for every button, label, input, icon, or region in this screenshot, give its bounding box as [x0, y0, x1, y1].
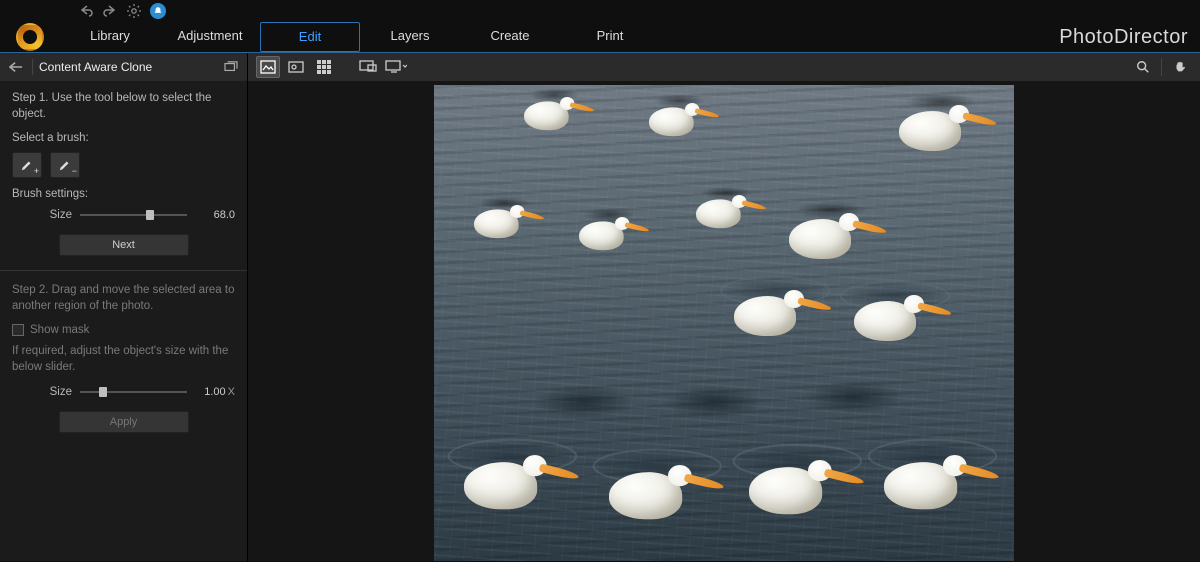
scale-value: 1.00X	[195, 386, 235, 398]
settings-icon[interactable]	[126, 3, 142, 19]
canvas-area	[248, 53, 1200, 561]
main-tabs: Library Adjustment Edit Layers Create Pr…	[60, 22, 660, 52]
view-compare-icon[interactable]	[284, 56, 308, 78]
tab-adjustment[interactable]: Adjustment	[160, 22, 260, 52]
brush-subtract[interactable]: −	[50, 152, 80, 178]
scale-label: Size	[12, 386, 72, 398]
panel-title: Content Aware Clone	[39, 60, 152, 74]
tab-library[interactable]: Library	[60, 22, 160, 52]
size-value: 68.0	[195, 209, 235, 221]
show-mask-label: Show mask	[30, 324, 89, 336]
tab-create[interactable]: Create	[460, 22, 560, 52]
tab-layers[interactable]: Layers	[360, 22, 460, 52]
tab-edit[interactable]: Edit	[260, 22, 360, 52]
titlebar	[0, 0, 1200, 22]
divider	[32, 59, 33, 75]
redo-icon[interactable]	[102, 3, 118, 19]
screen-main-icon[interactable]	[356, 56, 380, 78]
apply-button[interactable]: Apply	[59, 411, 189, 433]
step1-text: Step 1. Use the tool below to select the…	[12, 91, 235, 122]
popout-icon[interactable]	[221, 57, 241, 77]
size-label: Size	[12, 209, 72, 221]
main-area: Content Aware Clone Step 1. Use the tool…	[0, 53, 1200, 561]
brush-row: + −	[12, 152, 235, 178]
view-single-icon[interactable]	[256, 56, 280, 78]
brush-settings-label: Brush settings:	[12, 188, 235, 200]
size-slider[interactable]	[80, 208, 187, 222]
tab-print[interactable]: Print	[560, 22, 660, 52]
scale-slider[interactable]	[80, 385, 187, 399]
view-grid-icon[interactable]	[312, 56, 336, 78]
pan-hand-icon[interactable]	[1168, 56, 1192, 78]
photo-canvas[interactable]	[434, 85, 1014, 561]
size-slider-row: Size 68.0	[12, 208, 235, 222]
top-nav: Library Adjustment Edit Layers Create Pr…	[0, 22, 1200, 52]
notification-icon[interactable]	[150, 3, 166, 19]
step2-text: Step 2. Drag and move the selected area …	[12, 283, 235, 314]
app-logo	[0, 23, 60, 51]
panel-header: Content Aware Clone	[0, 53, 247, 81]
view-toolbar	[248, 53, 1200, 81]
toolbar-sep	[1161, 58, 1162, 76]
panel-separator	[0, 270, 247, 271]
app-brand: PhotoDirector	[1059, 26, 1188, 49]
adjust-text: If required, adjust the object's size wi…	[12, 344, 235, 375]
select-brush-label: Select a brush:	[12, 132, 235, 144]
nav-divider	[0, 52, 1200, 53]
screen-dropdown-icon[interactable]	[384, 56, 408, 78]
undo-icon[interactable]	[78, 3, 94, 19]
scale-slider-row: Size 1.00X	[12, 385, 235, 399]
brush-add[interactable]: +	[12, 152, 42, 178]
viewport[interactable]	[248, 81, 1200, 561]
show-mask-row[interactable]: Show mask	[12, 324, 235, 336]
show-mask-checkbox[interactable]	[12, 324, 24, 336]
zoom-icon[interactable]	[1131, 56, 1155, 78]
next-button[interactable]: Next	[59, 234, 189, 256]
panel-body: Step 1. Use the tool below to select the…	[0, 81, 247, 457]
back-button[interactable]	[6, 57, 26, 77]
tool-panel: Content Aware Clone Step 1. Use the tool…	[0, 53, 248, 561]
